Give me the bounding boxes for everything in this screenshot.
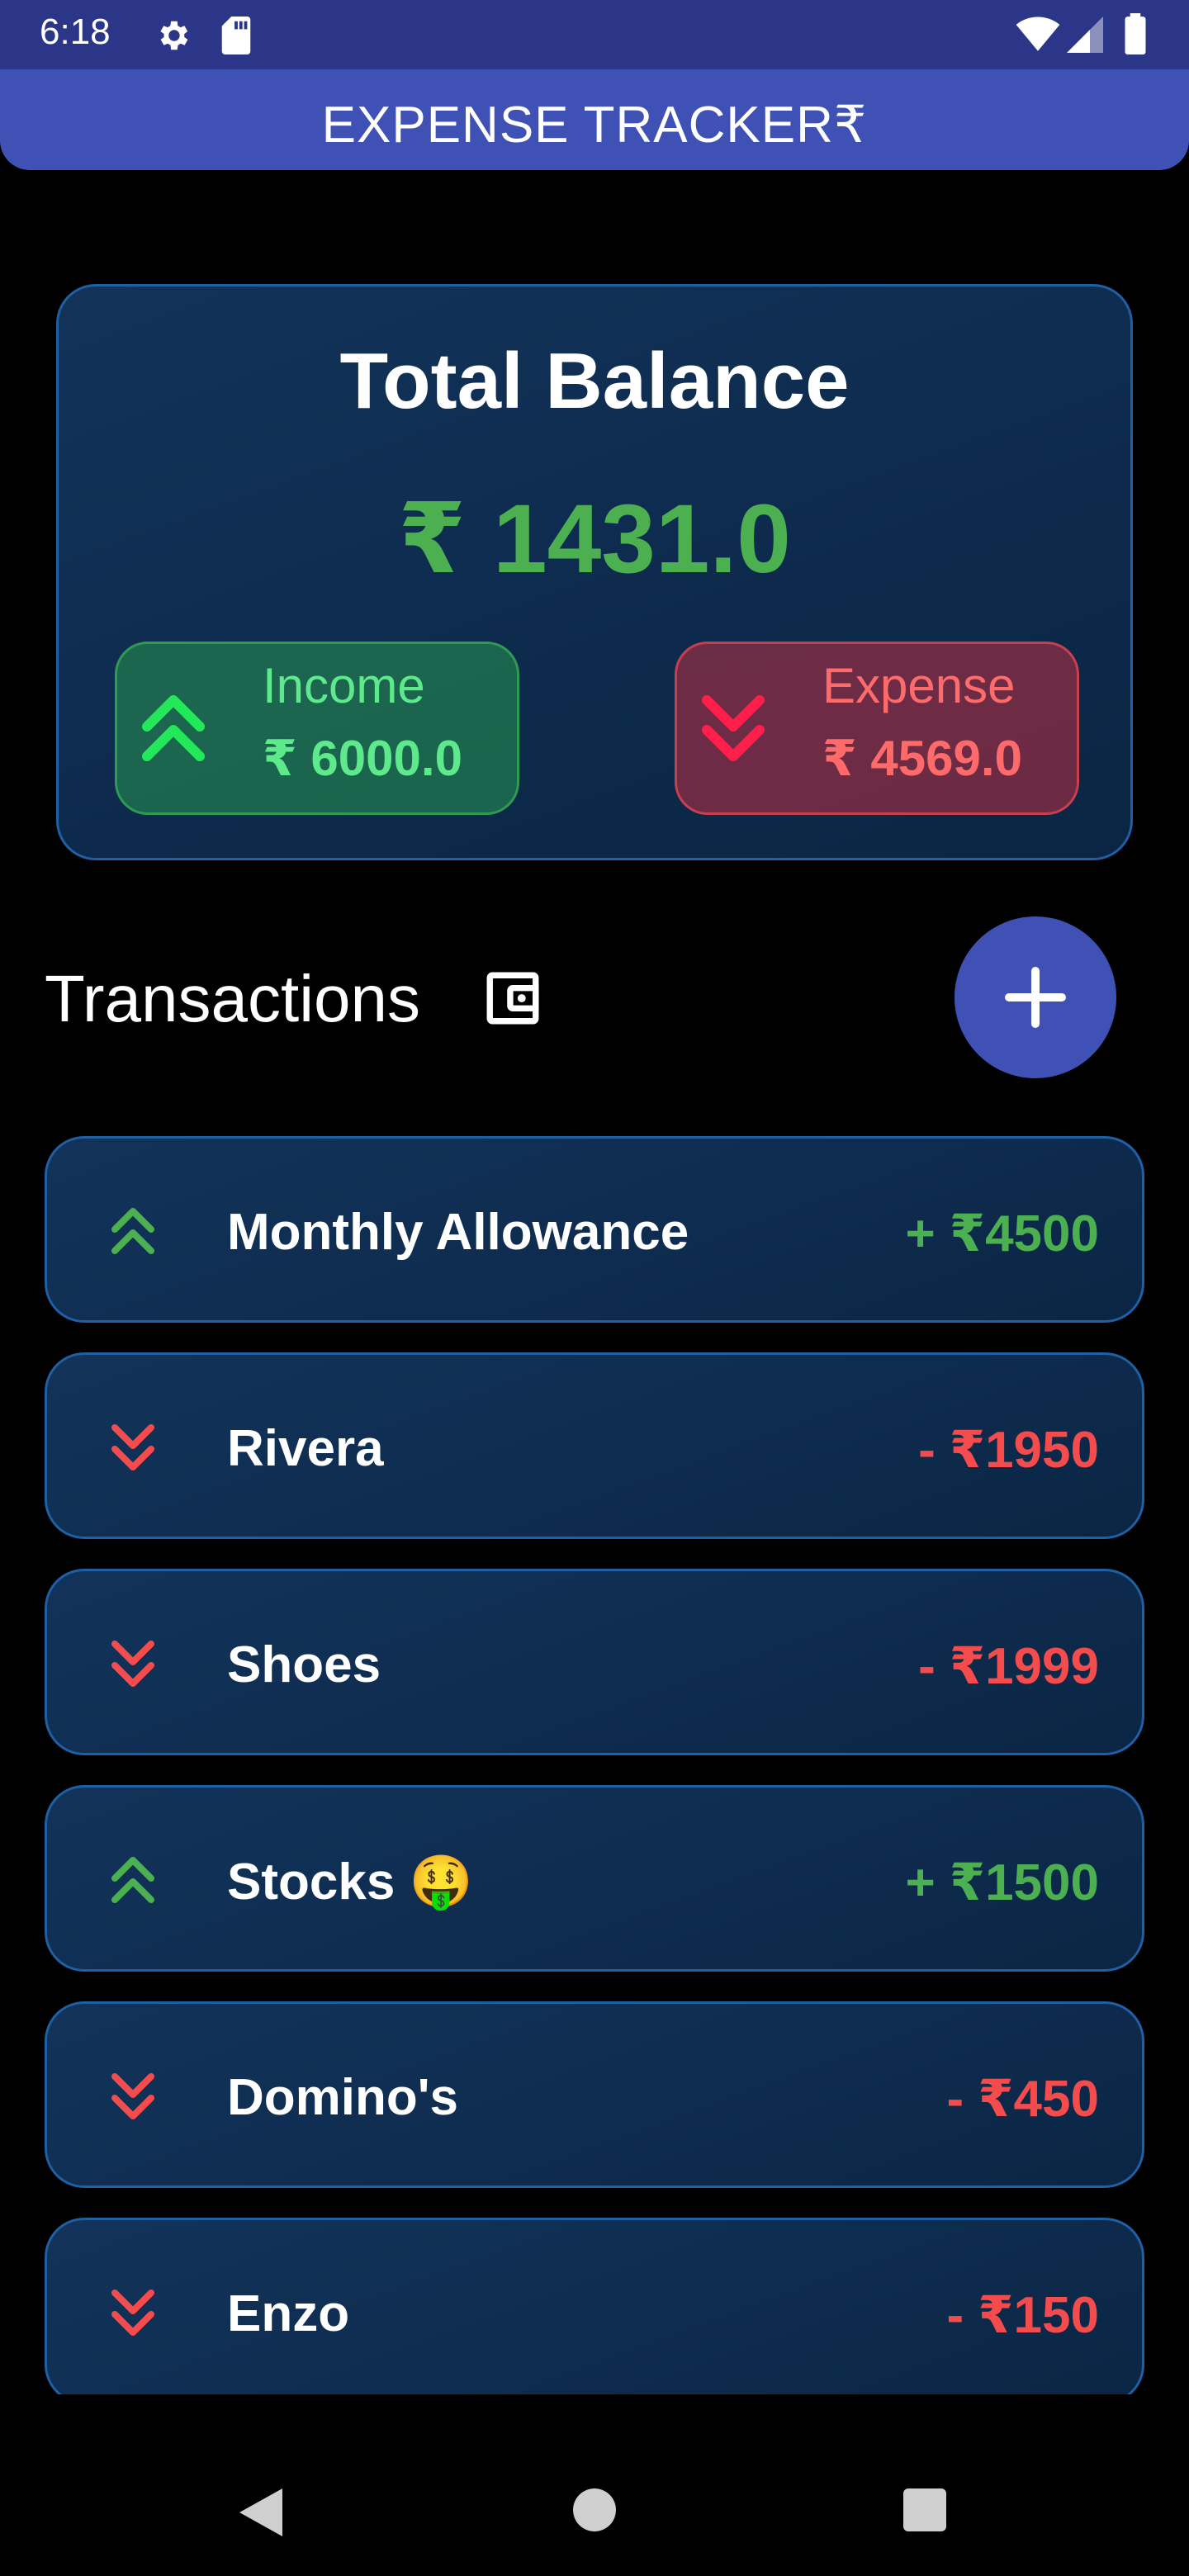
transaction-item[interactable]: Shoes - ₹1999 (45, 1569, 1144, 1755)
status-bar: 6:18 (0, 0, 1189, 69)
transaction-name: Monthly Allowance (227, 1204, 689, 1261)
expense-summary: Expense ₹ 4569.0 (675, 642, 1079, 815)
income-label: Income (263, 658, 425, 713)
battery-icon (1125, 13, 1146, 54)
double-chevron-up-icon (142, 695, 205, 761)
double-chevron-down-icon (111, 1424, 154, 1470)
transaction-item[interactable]: Domino's - ₹450 (45, 2001, 1144, 2188)
plus-icon (1005, 967, 1066, 1028)
transaction-item[interactable]: Stocks 🤑 + ₹1500 (45, 1785, 1144, 1972)
transaction-item[interactable]: Enzo - ₹150 (45, 2218, 1144, 2394)
balance-title: Total Balance (339, 337, 850, 425)
app-bar: EXPENSE TRACKER₹ (0, 69, 1189, 170)
transaction-name: Domino's (227, 2069, 458, 2126)
add-transaction-button[interactable] (955, 916, 1116, 1078)
signal-icon (1067, 17, 1103, 53)
wifi-icon (1016, 17, 1060, 51)
transaction-name: Rivera (227, 1420, 384, 1477)
double-chevron-up-icon (111, 1857, 154, 1903)
wallet-icon (486, 972, 539, 1025)
income-value: ₹ 6000.0 (263, 731, 462, 786)
transaction-name: Enzo (227, 2285, 350, 2342)
balance-card: Total Balance ₹ 1431.0 Income ₹ 6000.0 E… (56, 284, 1133, 860)
transaction-amount: - ₹1999 (918, 1638, 1099, 1695)
expense-value: ₹ 4569.0 (822, 731, 1022, 786)
transaction-amount: - ₹1950 (918, 1422, 1099, 1479)
transaction-item[interactable]: Rivera - ₹1950 (45, 1352, 1144, 1539)
double-chevron-up-icon (111, 1208, 154, 1254)
transaction-list[interactable]: Monthly Allowance + ₹4500 Rivera - ₹1950… (45, 1136, 1144, 2394)
home-icon[interactable] (573, 2488, 616, 2531)
expense-label: Expense (822, 658, 1016, 713)
recents-icon[interactable] (903, 2488, 946, 2531)
transaction-amount: + ₹4500 (905, 1205, 1100, 1262)
gear-icon (160, 21, 188, 50)
back-icon[interactable] (236, 2485, 286, 2540)
transactions-title: Transactions (45, 962, 420, 1035)
app-title: EXPENSE TRACKER₹ (321, 97, 868, 154)
double-chevron-down-icon (111, 1641, 154, 1687)
double-chevron-down-icon (111, 2073, 154, 2119)
double-chevron-down-icon (702, 695, 765, 761)
transaction-amount: - ₹450 (946, 2071, 1099, 2128)
double-chevron-down-icon (111, 2290, 154, 2336)
transaction-item[interactable]: Monthly Allowance + ₹4500 (45, 1136, 1144, 1323)
balance-amount: ₹ 1431.0 (398, 485, 791, 594)
transaction-name: Stocks 🤑 (227, 1854, 473, 1911)
transaction-name: Shoes (227, 1636, 381, 1693)
navigation-bar (0, 2394, 1189, 2576)
sd-card-icon (221, 17, 251, 54)
status-time: 6:18 (40, 12, 111, 52)
transaction-amount: + ₹1500 (905, 1854, 1100, 1911)
income-summary: Income ₹ 6000.0 (115, 642, 519, 815)
transaction-amount: - ₹150 (946, 2287, 1099, 2344)
